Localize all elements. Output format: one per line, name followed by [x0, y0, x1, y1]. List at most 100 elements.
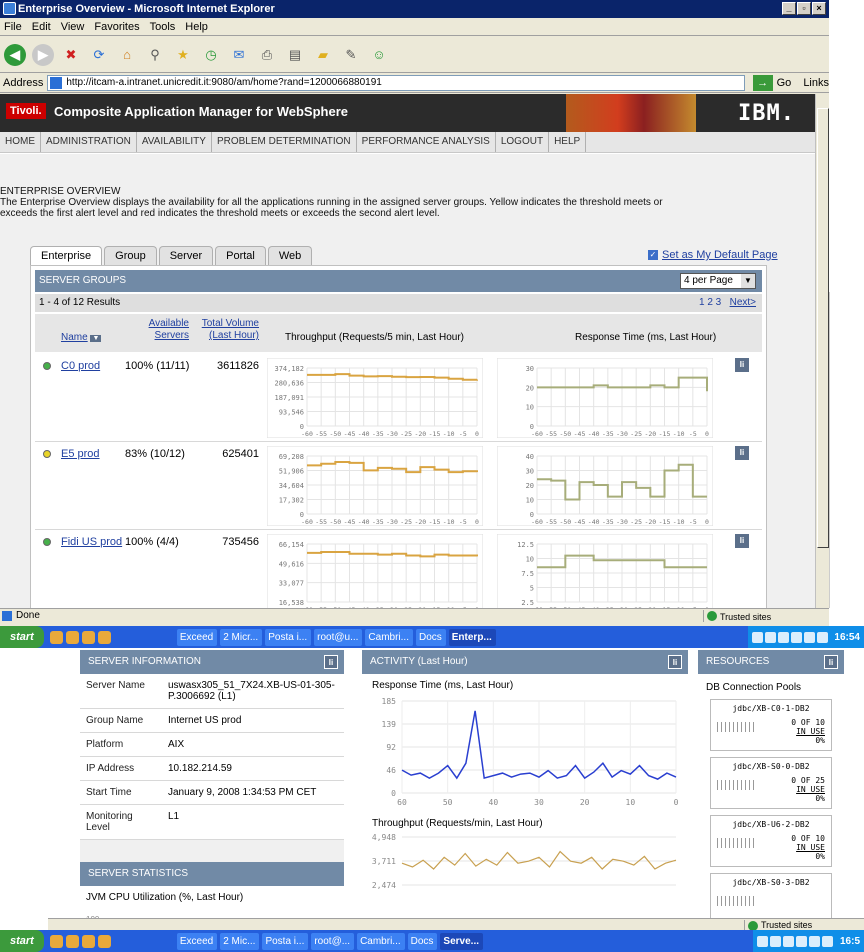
- back-icon[interactable]: ◀: [4, 43, 26, 66]
- tray-icon[interactable]: [796, 935, 808, 947]
- menu-help[interactable]: Help: [185, 18, 208, 35]
- history-icon[interactable]: ◷: [200, 44, 222, 66]
- start-button[interactable]: start: [0, 930, 44, 952]
- edit-icon[interactable]: ▤: [284, 44, 306, 66]
- tray-icon[interactable]: [764, 631, 776, 643]
- tray-icon[interactable]: [783, 935, 795, 947]
- taskbar-item[interactable]: Cambri...: [357, 932, 405, 950]
- scroll-thumb[interactable]: [817, 108, 829, 548]
- address-input[interactable]: http://itcam-a.intranet.unicredit.it:908…: [47, 74, 745, 91]
- links-label[interactable]: Links: [803, 77, 829, 89]
- view-tabs: Enterprise Group Server Portal Web: [30, 246, 314, 265]
- search-icon[interactable]: ⚲: [144, 44, 166, 66]
- group-name-link[interactable]: E5 prod: [61, 448, 100, 460]
- group-name-link[interactable]: C0 prod: [61, 360, 100, 372]
- mail-icon[interactable]: ✉: [228, 44, 250, 66]
- taskbar-item-active[interactable]: Serve...: [440, 932, 484, 950]
- favorites-icon[interactable]: ★: [172, 44, 194, 66]
- info-icon[interactable]: Ii: [324, 655, 338, 669]
- nav-logout[interactable]: LOGOUT: [496, 132, 550, 152]
- print-icon[interactable]: ⎙: [256, 44, 278, 66]
- page-links[interactable]: 1 2 3: [699, 297, 721, 308]
- research-icon[interactable]: ✎: [340, 44, 362, 66]
- nav-availability[interactable]: AVAILABILITY: [137, 132, 212, 152]
- taskbar-item[interactable]: 2 Micr...: [220, 628, 263, 646]
- info-icon[interactable]: Ii: [735, 358, 749, 372]
- tray-icon[interactable]: [751, 631, 763, 643]
- nav-help[interactable]: HELP: [549, 132, 587, 152]
- next-link[interactable]: Next>: [730, 297, 756, 308]
- set-default-link[interactable]: Set as My Default Page: [662, 249, 778, 261]
- tab-portal[interactable]: Portal: [215, 246, 266, 265]
- tab-web[interactable]: Web: [267, 246, 313, 265]
- taskbar-item[interactable]: 2 Mic...: [220, 932, 260, 950]
- menu-favorites[interactable]: Favorites: [94, 18, 139, 35]
- taskbar-item-active[interactable]: Enterp...: [448, 628, 496, 646]
- tray-icon[interactable]: [816, 631, 828, 643]
- tray-icon[interactable]: [790, 631, 802, 643]
- quicklaunch-icon[interactable]: [65, 934, 79, 948]
- minimize-button[interactable]: _: [782, 2, 796, 15]
- info-icon[interactable]: Ii: [824, 655, 838, 669]
- pool-pct: 0%: [815, 794, 825, 803]
- start-button[interactable]: start: [0, 626, 44, 648]
- group-name-link[interactable]: Fidi US prod: [61, 536, 122, 548]
- stop-icon[interactable]: ✖: [60, 44, 82, 66]
- tick-label: 0: [391, 789, 396, 798]
- taskbar-item[interactable]: Posta i...: [265, 628, 312, 646]
- info-icon[interactable]: Ii: [668, 655, 682, 669]
- tray-icon[interactable]: [803, 631, 815, 643]
- tray-icon[interactable]: [757, 935, 769, 947]
- tick-label: -35: [372, 430, 384, 438]
- messenger-icon[interactable]: ☺: [368, 44, 390, 66]
- vertical-scrollbar[interactable]: [815, 94, 829, 608]
- default-page-checkbox[interactable]: ✓: [648, 250, 658, 260]
- quicklaunch-icon[interactable]: [81, 934, 95, 948]
- per-page-select[interactable]: 4 per Page ▼: [680, 273, 756, 289]
- taskbar-item[interactable]: Exceed: [176, 628, 218, 646]
- taskbar-item[interactable]: Docs: [415, 628, 446, 646]
- go-button[interactable]: →: [752, 74, 773, 91]
- menu-file[interactable]: File: [4, 18, 22, 35]
- tray-icon[interactable]: [770, 935, 782, 947]
- tray-icon[interactable]: [809, 935, 821, 947]
- quicklaunch-icon[interactable]: [49, 630, 63, 644]
- close-button[interactable]: ×: [812, 2, 826, 15]
- tray-icon[interactable]: [777, 631, 789, 643]
- info-icon[interactable]: Ii: [735, 534, 749, 548]
- taskbar-item[interactable]: root@u...: [314, 628, 363, 646]
- quicklaunch-icon[interactable]: [81, 630, 95, 644]
- quicklaunch-icon[interactable]: [49, 934, 63, 948]
- tick-label: -15: [659, 430, 671, 438]
- refresh-icon[interactable]: ⟳: [88, 44, 110, 66]
- tab-group[interactable]: Group: [104, 246, 157, 265]
- maximize-button[interactable]: ▫: [797, 2, 811, 15]
- menu-edit[interactable]: Edit: [32, 18, 51, 35]
- menu-tools[interactable]: Tools: [150, 18, 176, 35]
- taskbar-item[interactable]: Cambri...: [365, 628, 413, 646]
- col-name[interactable]: Name ▼: [61, 332, 102, 345]
- nav-performance-analysis[interactable]: PERFORMANCE ANALYSIS: [357, 132, 496, 152]
- menu-view[interactable]: View: [61, 18, 85, 35]
- info-icon[interactable]: Ii: [735, 446, 749, 460]
- nav-home[interactable]: HOME: [0, 132, 41, 152]
- nav-problem-determination[interactable]: PROBLEM DETERMINATION: [212, 132, 357, 152]
- col-available[interactable]: Available Servers: [131, 318, 189, 342]
- home-icon[interactable]: ⌂: [116, 44, 138, 66]
- forward-icon[interactable]: ▶: [32, 43, 54, 66]
- go-label[interactable]: Go: [777, 77, 792, 89]
- taskbar-item[interactable]: Posta i...: [262, 932, 309, 950]
- taskbar-item[interactable]: root@...: [311, 932, 355, 950]
- quicklaunch-icon[interactable]: [65, 630, 79, 644]
- info-value: 10.182.214.59: [168, 763, 232, 774]
- col-volume[interactable]: Total Volume (Last Hour): [195, 318, 259, 342]
- taskbar-item[interactable]: Exceed: [176, 932, 218, 950]
- tray-icon[interactable]: [822, 935, 834, 947]
- tab-server[interactable]: Server: [158, 246, 214, 265]
- tab-enterprise[interactable]: Enterprise: [30, 246, 103, 265]
- nav-administration[interactable]: ADMINISTRATION: [41, 132, 137, 152]
- taskbar-item[interactable]: Docs: [407, 932, 438, 950]
- folder-icon[interactable]: ▰: [312, 44, 334, 66]
- quicklaunch-icon[interactable]: [97, 934, 111, 948]
- quicklaunch-icon[interactable]: [97, 630, 111, 644]
